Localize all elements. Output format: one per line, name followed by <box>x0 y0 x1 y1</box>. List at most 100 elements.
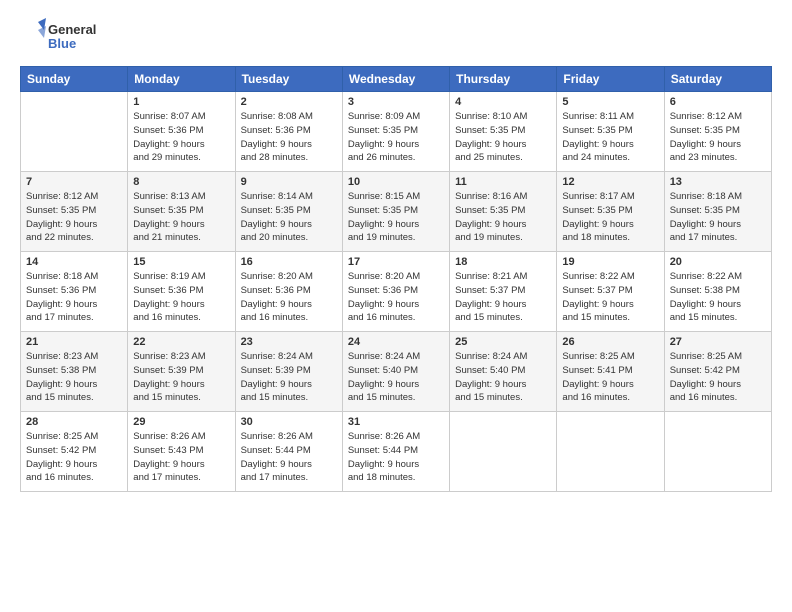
day-info: Sunrise: 8:23 AMSunset: 5:39 PMDaylight:… <box>133 350 229 405</box>
calendar-cell: 4 Sunrise: 8:10 AMSunset: 5:35 PMDaylight… <box>450 92 557 172</box>
calendar-cell: 24 Sunrise: 8:24 AMSunset: 5:40 PMDayligh… <box>342 332 449 412</box>
day-number: 5 <box>562 96 658 108</box>
day-number: 22 <box>133 336 229 348</box>
calendar-cell: 8Sunrise: 8:13 AMSunset: 5:35 PMDaylight… <box>128 172 235 252</box>
calendar-cell: 29 Sunrise: 8:26 AMSunset: 5:43 PMDayligh… <box>128 412 235 492</box>
calendar-cell: 26 Sunrise: 8:25 AMSunset: 5:41 PMDayligh… <box>557 332 664 412</box>
day-info: Sunrise: 8:25 AMSunset: 5:41 PMDaylight:… <box>562 350 658 405</box>
page: General Blue SundayMondayTuesdayWednesda… <box>0 0 792 612</box>
calendar-cell: 11Sunrise: 8:16 AMSunset: 5:35 PMDayligh… <box>450 172 557 252</box>
day-number: 12 <box>562 176 658 188</box>
day-info: Sunrise: 8:25 AMSunset: 5:42 PMDaylight:… <box>670 350 766 405</box>
day-info: Sunrise: 8:18 AMSunset: 5:35 PMDaylight:… <box>670 190 766 245</box>
day-number: 31 <box>348 416 444 428</box>
weekday-header: Saturday <box>664 67 771 92</box>
day-number: 24 <box>348 336 444 348</box>
calendar-cell <box>664 412 771 492</box>
calendar-cell: 5 Sunrise: 8:11 AMSunset: 5:35 PMDaylight… <box>557 92 664 172</box>
calendar-week-row: 14Sunrise: 8:18 AMSunset: 5:36 PMDayligh… <box>21 252 772 332</box>
day-number: 11 <box>455 176 551 188</box>
day-number: 15 <box>133 256 229 268</box>
day-number: 16 <box>241 256 337 268</box>
calendar-week-row: 28 Sunrise: 8:25 AMSunset: 5:42 PMDayligh… <box>21 412 772 492</box>
day-info: Sunrise: 8:22 AMSunset: 5:37 PMDaylight:… <box>562 270 658 325</box>
calendar-cell: 31 Sunrise: 8:26 AMSunset: 5:44 PMDayligh… <box>342 412 449 492</box>
day-info: Sunrise: 8:11 AMSunset: 5:35 PMDaylight:… <box>562 110 658 165</box>
calendar-cell: 15 Sunrise: 8:19 AMSunset: 5:36 PMDayligh… <box>128 252 235 332</box>
calendar-cell: 16 Sunrise: 8:20 AMSunset: 5:36 PMDayligh… <box>235 252 342 332</box>
calendar-cell: 19 Sunrise: 8:22 AMSunset: 5:37 PMDayligh… <box>557 252 664 332</box>
svg-text:Blue: Blue <box>48 36 76 51</box>
day-info: Sunrise: 8:25 AMSunset: 5:42 PMDaylight:… <box>26 430 122 485</box>
calendar-cell: 27 Sunrise: 8:25 AMSunset: 5:42 PMDayligh… <box>664 332 771 412</box>
day-info: Sunrise: 8:10 AMSunset: 5:35 PMDaylight:… <box>455 110 551 165</box>
day-info: Sunrise: 8:13 AMSunset: 5:35 PMDaylight:… <box>133 190 229 245</box>
day-info: Sunrise: 8:24 AMSunset: 5:40 PMDaylight:… <box>455 350 551 405</box>
day-number: 30 <box>241 416 337 428</box>
day-number: 19 <box>562 256 658 268</box>
calendar-cell: 21 Sunrise: 8:23 AMSunset: 5:38 PMDayligh… <box>21 332 128 412</box>
day-info: Sunrise: 8:19 AMSunset: 5:36 PMDaylight:… <box>133 270 229 325</box>
day-number: 20 <box>670 256 766 268</box>
logo: General Blue <box>20 18 110 56</box>
calendar-header-row: SundayMondayTuesdayWednesdayThursdayFrid… <box>21 67 772 92</box>
day-info: Sunrise: 8:24 AMSunset: 5:39 PMDaylight:… <box>241 350 337 405</box>
day-number: 18 <box>455 256 551 268</box>
weekday-header: Tuesday <box>235 67 342 92</box>
calendar-cell: 20 Sunrise: 8:22 AMSunset: 5:38 PMDayligh… <box>664 252 771 332</box>
calendar-cell: 23Sunrise: 8:24 AMSunset: 5:39 PMDayligh… <box>235 332 342 412</box>
calendar-cell: 3Sunrise: 8:09 AMSunset: 5:35 PMDaylight… <box>342 92 449 172</box>
day-number: 2 <box>241 96 337 108</box>
calendar-cell: 7Sunrise: 8:12 AMSunset: 5:35 PMDaylight… <box>21 172 128 252</box>
calendar-cell: 10 Sunrise: 8:15 AMSunset: 5:35 PMDayligh… <box>342 172 449 252</box>
day-info: Sunrise: 8:20 AMSunset: 5:36 PMDaylight:… <box>241 270 337 325</box>
calendar-cell: 13Sunrise: 8:18 AMSunset: 5:35 PMDayligh… <box>664 172 771 252</box>
day-number: 25 <box>455 336 551 348</box>
day-number: 26 <box>562 336 658 348</box>
day-info: Sunrise: 8:24 AMSunset: 5:40 PMDaylight:… <box>348 350 444 405</box>
day-info: Sunrise: 8:26 AMSunset: 5:43 PMDaylight:… <box>133 430 229 485</box>
calendar-cell: 28 Sunrise: 8:25 AMSunset: 5:42 PMDayligh… <box>21 412 128 492</box>
weekday-header: Sunday <box>21 67 128 92</box>
day-number: 10 <box>348 176 444 188</box>
day-number: 29 <box>133 416 229 428</box>
calendar-cell <box>21 92 128 172</box>
day-number: 27 <box>670 336 766 348</box>
day-number: 1 <box>133 96 229 108</box>
day-info: Sunrise: 8:09 AMSunset: 5:35 PMDaylight:… <box>348 110 444 165</box>
calendar-cell: 17 Sunrise: 8:20 AMSunset: 5:36 PMDayligh… <box>342 252 449 332</box>
weekday-header: Monday <box>128 67 235 92</box>
calendar: SundayMondayTuesdayWednesdayThursdayFrid… <box>20 66 772 492</box>
weekday-header: Friday <box>557 67 664 92</box>
day-info: Sunrise: 8:17 AMSunset: 5:35 PMDaylight:… <box>562 190 658 245</box>
calendar-cell: 22 Sunrise: 8:23 AMSunset: 5:39 PMDayligh… <box>128 332 235 412</box>
calendar-cell <box>557 412 664 492</box>
calendar-cell: 9Sunrise: 8:14 AMSunset: 5:35 PMDaylight… <box>235 172 342 252</box>
day-info: Sunrise: 8:14 AMSunset: 5:35 PMDaylight:… <box>241 190 337 245</box>
day-info: Sunrise: 8:26 AMSunset: 5:44 PMDaylight:… <box>241 430 337 485</box>
calendar-week-row: 21 Sunrise: 8:23 AMSunset: 5:38 PMDayligh… <box>21 332 772 412</box>
day-info: Sunrise: 8:22 AMSunset: 5:38 PMDaylight:… <box>670 270 766 325</box>
day-info: Sunrise: 8:20 AMSunset: 5:36 PMDaylight:… <box>348 270 444 325</box>
calendar-cell: 30 Sunrise: 8:26 AMSunset: 5:44 PMDayligh… <box>235 412 342 492</box>
calendar-week-row: 1 Sunrise: 8:07 AMSunset: 5:36 PMDaylight… <box>21 92 772 172</box>
day-number: 17 <box>348 256 444 268</box>
logo-svg: General Blue <box>20 18 110 56</box>
day-number: 28 <box>26 416 122 428</box>
day-info: Sunrise: 8:21 AMSunset: 5:37 PMDaylight:… <box>455 270 551 325</box>
day-info: Sunrise: 8:12 AMSunset: 5:35 PMDaylight:… <box>26 190 122 245</box>
calendar-cell: 18 Sunrise: 8:21 AMSunset: 5:37 PMDayligh… <box>450 252 557 332</box>
calendar-week-row: 7Sunrise: 8:12 AMSunset: 5:35 PMDaylight… <box>21 172 772 252</box>
calendar-cell: 2 Sunrise: 8:08 AMSunset: 5:36 PMDaylight… <box>235 92 342 172</box>
calendar-cell: 25 Sunrise: 8:24 AMSunset: 5:40 PMDayligh… <box>450 332 557 412</box>
weekday-header: Thursday <box>450 67 557 92</box>
day-info: Sunrise: 8:23 AMSunset: 5:38 PMDaylight:… <box>26 350 122 405</box>
day-info: Sunrise: 8:08 AMSunset: 5:36 PMDaylight:… <box>241 110 337 165</box>
day-number: 21 <box>26 336 122 348</box>
day-info: Sunrise: 8:26 AMSunset: 5:44 PMDaylight:… <box>348 430 444 485</box>
day-info: Sunrise: 8:18 AMSunset: 5:36 PMDaylight:… <box>26 270 122 325</box>
day-info: Sunrise: 8:15 AMSunset: 5:35 PMDaylight:… <box>348 190 444 245</box>
day-number: 6 <box>670 96 766 108</box>
day-info: Sunrise: 8:07 AMSunset: 5:36 PMDaylight:… <box>133 110 229 165</box>
day-number: 4 <box>455 96 551 108</box>
